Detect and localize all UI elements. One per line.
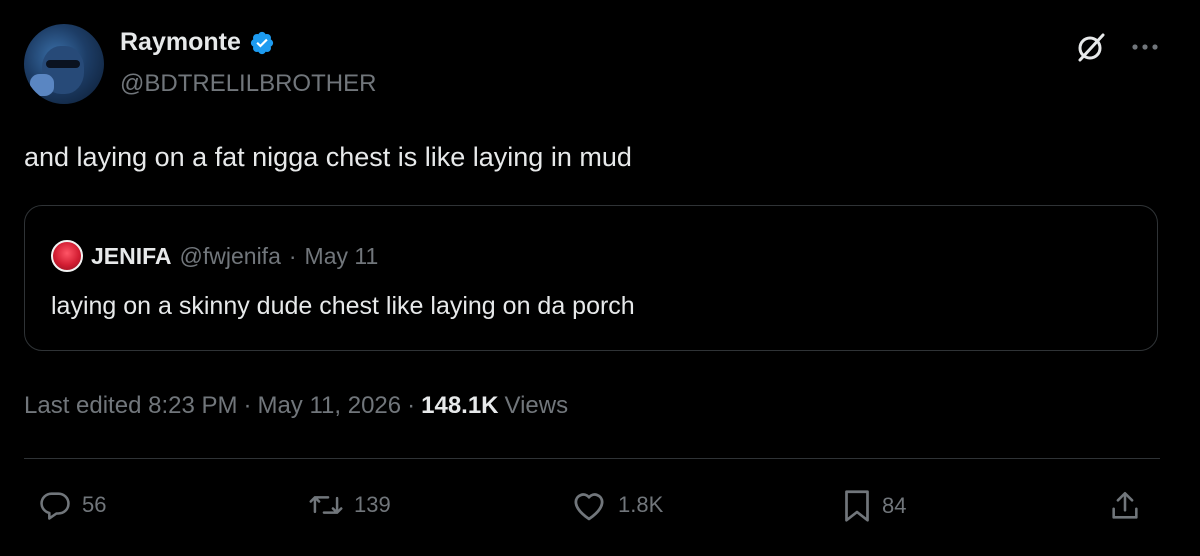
like-count: 1.8K [618, 492, 664, 517]
repost-count: 139 [354, 492, 391, 517]
repost-icon [309, 496, 343, 514]
reply-button[interactable]: 56 [38, 488, 106, 522]
reply-icon [40, 492, 70, 520]
author-avatar[interactable] [24, 24, 104, 104]
tweet-meta: Last edited 8:23 PM · May 11, 2026 · 148… [24, 392, 568, 420]
tweet-date[interactable]: May 11, 2026 [257, 392, 401, 420]
quoted-handle[interactable]: @fwjenifa [180, 243, 281, 270]
reply-count: 56 [82, 492, 107, 517]
bookmark-count: 84 [882, 493, 907, 518]
bookmark-button[interactable]: 84 [842, 488, 906, 524]
meta-separator-2: · [407, 392, 416, 419]
views-count: 148.1K [421, 392, 499, 419]
top-actions [1074, 30, 1160, 64]
quoted-date[interactable]: May 11 [305, 243, 379, 270]
more-icon[interactable] [1130, 42, 1160, 52]
quoted-header: JENIFA @fwjenifa · May 11 [51, 240, 378, 272]
divider [24, 458, 1160, 459]
quoted-name[interactable]: JENIFA [91, 243, 172, 270]
avatar-glasses [46, 60, 80, 68]
tweet-text: and laying on a fat nigga chest is like … [24, 142, 632, 172]
author-display-name[interactable]: Raymonte [120, 28, 241, 57]
author-name-row: Raymonte [120, 28, 275, 57]
share-button[interactable] [1108, 488, 1142, 524]
meta-separator: · [243, 392, 252, 419]
like-icon [574, 493, 604, 521]
quoted-tweet[interactable]: JENIFA @fwjenifa · May 11 laying on a sk… [24, 205, 1158, 351]
grok-icon[interactable] [1074, 30, 1108, 64]
verified-badge-icon [250, 31, 273, 54]
avatar-hand [30, 74, 54, 96]
repost-button[interactable]: 139 [308, 488, 391, 522]
share-icon [1112, 491, 1138, 519]
views-label: Views [504, 392, 569, 419]
quoted-text: laying on a skinny dude chest like layin… [51, 292, 635, 320]
like-button[interactable]: 1.8K [570, 488, 663, 522]
bookmark-icon [845, 490, 869, 522]
quoted-avatar[interactable] [51, 240, 83, 272]
quoted-separator: · [288, 242, 297, 269]
edited-time[interactable]: Last edited 8:23 PM [24, 392, 237, 420]
author-handle[interactable]: @BDTRELILBROTHER [120, 70, 376, 98]
